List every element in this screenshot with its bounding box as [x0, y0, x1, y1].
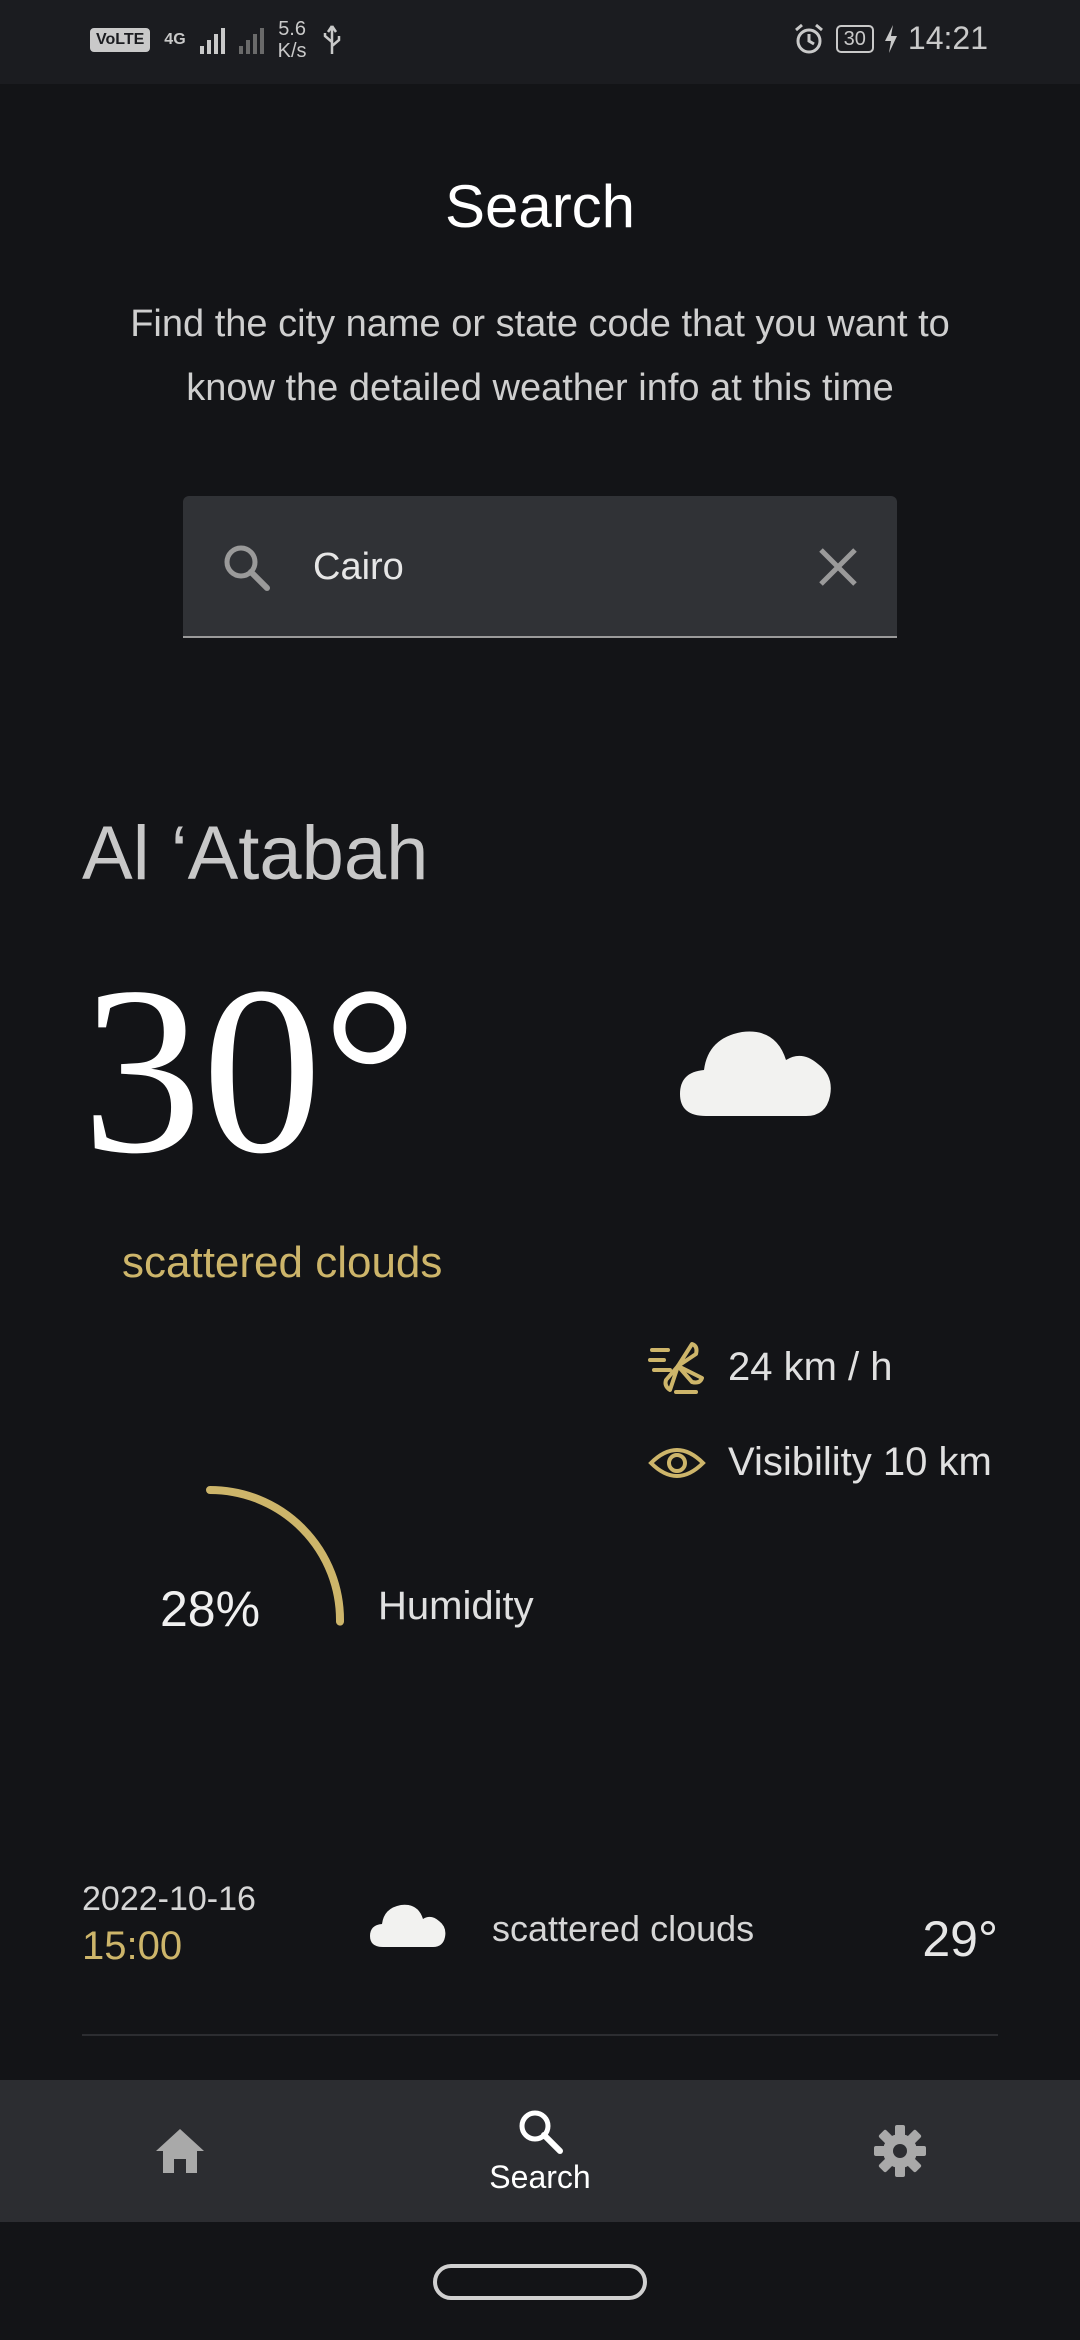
city-name: Al ‘Atabah	[82, 811, 429, 896]
forecast-time: 15:00	[82, 1924, 183, 1968]
page-subtitle: Find the city name or state code that yo…	[130, 303, 950, 409]
speed-value: 5.6	[278, 18, 306, 40]
cloud-icon	[370, 1904, 446, 1947]
search-field[interactable]	[183, 496, 897, 638]
forecast-temperature: 29°	[922, 1911, 998, 1967]
alarm-icon	[794, 23, 823, 53]
humidity-value: 28%	[160, 1581, 261, 1637]
network-type: 4G	[164, 31, 186, 48]
status-right: 30 14:21	[792, 20, 988, 57]
weather-description: scattered clouds	[122, 1238, 443, 1287]
visibility-value: Visibility 10 km	[728, 1440, 992, 1484]
charging-icon	[884, 24, 897, 53]
usb-icon	[323, 25, 340, 54]
gesture-area	[0, 2222, 1080, 2340]
forecast-list-item[interactable]: 2022-10-16 15:00 scattered clouds 29°	[82, 1880, 998, 2036]
bottom-navigation: Search	[0, 2080, 1080, 2222]
cloud-icon	[680, 1031, 831, 1116]
eye-icon	[648, 1447, 706, 1478]
forecast-date: 2022-10-16	[82, 1880, 256, 1918]
signal-secondary-icon	[238, 26, 264, 54]
clock: 14:21	[907, 20, 988, 56]
wind-speed: 24 km / h	[728, 1344, 893, 1389]
visibility-info: Visibility 10 km	[648, 1440, 992, 1485]
nav-search-label: Search	[489, 2158, 591, 2195]
humidity-label: Humidity	[378, 1584, 534, 1628]
battery-icon: 30	[835, 24, 874, 53]
status-bar: VoLTE 4G 5.6 K/s 30 14:21	[0, 0, 1080, 84]
search-input[interactable]	[313, 536, 793, 598]
forecast-description: scattered clouds	[492, 1908, 755, 1949]
home-gesture-pill[interactable]	[433, 2264, 647, 2300]
speed-unit: K/s	[277, 40, 307, 62]
gear-icon	[874, 2125, 926, 2177]
network-speed: 5.6 K/s	[278, 18, 307, 62]
nav-search[interactable]: Search	[440, 2080, 640, 2222]
volte-badge: VoLTE	[90, 28, 151, 52]
search-icon	[519, 2110, 563, 2154]
page-title: Search	[444, 173, 636, 240]
search-icon	[224, 545, 270, 591]
wind-icon	[648, 1342, 704, 1394]
wind-info: 24 km / h	[648, 1338, 893, 1396]
current-temperature: 30°	[82, 937, 418, 1203]
signal-icon	[199, 26, 225, 54]
nav-home[interactable]	[120, 2080, 240, 2222]
status-left: VoLTE 4G 5.6 K/s	[90, 18, 343, 62]
nav-settings[interactable]	[840, 2080, 960, 2222]
close-icon[interactable]	[813, 542, 863, 592]
home-icon	[156, 2129, 204, 2173]
